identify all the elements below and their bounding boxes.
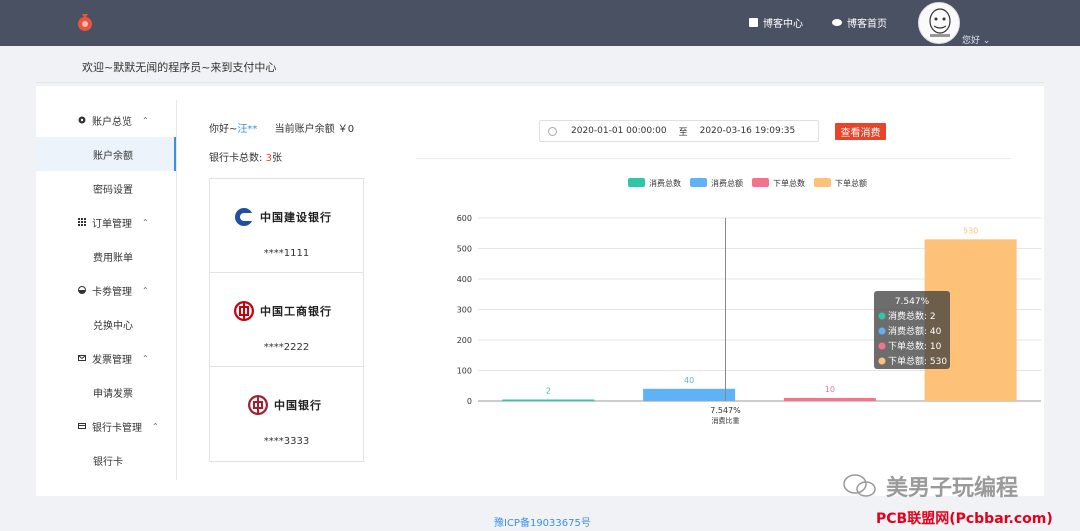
spending-chart: 消费总数 消费总额 下单总数 下单总额 0 100 200 300 400 500 600 2 40 10… bbox=[457, 178, 1041, 425]
tooltip-title: 7.547% bbox=[895, 297, 930, 307]
sidebar-item-password[interactable]: 密码设置 bbox=[36, 171, 176, 205]
divider bbox=[36, 82, 1044, 83]
sidebar-group-overview[interactable]: 账户总览 ⌃ bbox=[36, 103, 176, 137]
bar-value-label: 40 bbox=[684, 376, 694, 385]
eye-icon bbox=[832, 19, 842, 26]
grid-icon bbox=[78, 218, 86, 226]
bank-name: 中国银行 bbox=[274, 399, 322, 412]
bar-value-label: 530 bbox=[963, 226, 978, 235]
chevron-up-icon: ⌃ bbox=[142, 115, 149, 125]
divider bbox=[416, 158, 1011, 159]
logo-icon[interactable] bbox=[76, 12, 94, 32]
y-tick-label: 600 bbox=[457, 214, 472, 223]
tooltip-row: 下单总数: 10 bbox=[888, 340, 942, 352]
tooltip-dot bbox=[878, 342, 886, 350]
coupon-icon bbox=[78, 286, 86, 294]
top-navbar: 博客中心 博客首页 您好 ⌄ bbox=[0, 0, 1080, 46]
legend-label: 消费总额 bbox=[711, 178, 743, 188]
sidebar: 账户总览 ⌃ 账户余额 密码设置 订单管理 ⌃ 费用账单 卡劵管理 ⌃ 兑换中心… bbox=[36, 103, 176, 477]
dashboard-icon bbox=[78, 116, 86, 124]
y-tick-label: 0 bbox=[467, 397, 472, 406]
chevron-up-icon: ⌃ bbox=[142, 217, 149, 227]
watermark-wechat: 美男子玩编程 bbox=[842, 470, 1018, 502]
legend-label: 消费总数 bbox=[649, 178, 681, 188]
tooltip-dot bbox=[878, 357, 886, 365]
legend-label: 下单总额 bbox=[835, 178, 867, 188]
sidebar-group-coupons[interactable]: 卡劵管理 ⌃ bbox=[36, 273, 176, 307]
legend-swatch bbox=[814, 178, 831, 187]
y-tick-label: 100 bbox=[457, 367, 472, 376]
sidebar-group-invoices[interactable]: 发票管理 ⌃ bbox=[36, 341, 176, 375]
blog-center-link[interactable]: 博客中心 bbox=[749, 15, 803, 30]
blog-home-link[interactable]: 博客首页 bbox=[832, 15, 887, 30]
y-tick-label: 500 bbox=[457, 245, 472, 254]
welcome-text: 欢迎~默默无闻的程序员~来到支付中心 bbox=[82, 61, 277, 74]
bar-value-label: 2 bbox=[546, 387, 551, 396]
legend-swatch bbox=[752, 178, 769, 187]
sidebar-item-apply-invoice[interactable]: 申请发票 bbox=[36, 375, 176, 409]
tooltip-row: 消费总数: 2 bbox=[888, 310, 936, 322]
date-range-picker[interactable]: 2020-01-01 00:00:00 至 2020-03-16 19:09:3… bbox=[539, 120, 819, 142]
x-tick-label: 7.547% bbox=[710, 406, 741, 415]
bank-card-list: 中国建设银行 ****1111 中国工商银行 ****2222 中国银行 ***… bbox=[209, 178, 364, 462]
clock-icon bbox=[548, 126, 557, 136]
watermark-pcbbar: PCB联盟网(Pcbbar.com) bbox=[876, 511, 1053, 527]
boc-logo-icon bbox=[248, 395, 268, 415]
chevron-up-icon: ⌃ bbox=[142, 353, 149, 363]
y-tick-label: 300 bbox=[457, 306, 472, 315]
start-date[interactable]: 2020-01-01 00:00:00 bbox=[571, 126, 667, 136]
view-spending-button[interactable]: 查看消费 bbox=[835, 123, 886, 140]
icp-link[interactable]: 豫ICP备19033675号 bbox=[494, 514, 591, 529]
y-tick-label: 400 bbox=[457, 275, 472, 284]
chevron-up-icon: ⌃ bbox=[152, 421, 159, 431]
y-tick-label: 200 bbox=[457, 336, 472, 345]
account-summary: 你好~汪** 当前账户余额 ￥0 bbox=[209, 124, 355, 135]
icbc-logo-icon bbox=[234, 301, 254, 321]
user-name: 汪** bbox=[237, 124, 258, 135]
card-icon bbox=[78, 423, 86, 429]
legend-swatch bbox=[690, 178, 707, 187]
main-panel: 账户总览 ⌃ 账户余额 密码设置 订单管理 ⌃ 费用账单 卡劵管理 ⌃ 兑换中心… bbox=[36, 86, 1044, 496]
ccb-logo-icon bbox=[235, 208, 254, 226]
bank-name: 中国建设银行 bbox=[260, 211, 332, 224]
user-greeting-dropdown[interactable]: 您好 ⌄ bbox=[962, 33, 990, 46]
bar bbox=[502, 399, 595, 401]
card-number: ****1111 bbox=[263, 248, 310, 259]
tooltip-dot bbox=[878, 312, 886, 320]
avatar-face-icon bbox=[929, 8, 951, 37]
end-date[interactable]: 2020-03-16 19:09:35 bbox=[700, 126, 796, 136]
bank-card-boc[interactable]: 中国银行 ****3333 bbox=[210, 367, 363, 461]
bar bbox=[643, 388, 736, 401]
legend-swatch bbox=[628, 178, 645, 187]
sidebar-item-redeem[interactable]: 兑换中心 bbox=[36, 307, 176, 341]
mail-icon bbox=[78, 355, 86, 361]
x-tick-label: 消费比重 bbox=[712, 416, 740, 425]
sidebar-group-orders[interactable]: 订单管理 ⌃ bbox=[36, 205, 176, 239]
tooltip-row: 消费总额: 40 bbox=[888, 325, 942, 337]
sidebar-item-balance[interactable]: 账户余额 bbox=[36, 137, 176, 171]
chevron-up-icon: ⌃ bbox=[142, 285, 149, 295]
tooltip-dot bbox=[878, 327, 886, 335]
bank-name: 中国工商银行 bbox=[260, 305, 332, 318]
card-number: ****2222 bbox=[263, 342, 310, 353]
legend-label: 下单总数 bbox=[773, 178, 805, 188]
bar bbox=[783, 397, 876, 401]
tooltip-row: 下单总额: 530 bbox=[888, 355, 947, 367]
sidebar-group-bankcards[interactable]: 银行卡管理 ⌃ bbox=[36, 409, 176, 443]
bank-card-ccb[interactable]: 中国建设银行 ****1111 bbox=[210, 179, 363, 273]
bar-value-label: 10 bbox=[825, 385, 835, 394]
doc-icon bbox=[749, 18, 758, 27]
balance-value: ￥0 bbox=[337, 124, 355, 135]
divider bbox=[176, 100, 177, 480]
card-count: 银行卡总数: 3张 bbox=[209, 153, 282, 164]
bank-card-icbc[interactable]: 中国工商银行 ****2222 bbox=[210, 273, 363, 367]
card-number: ****3333 bbox=[263, 436, 310, 447]
sidebar-item-bills[interactable]: 费用账单 bbox=[36, 239, 176, 273]
wechat-icon bbox=[843, 474, 876, 497]
avatar[interactable] bbox=[918, 2, 960, 44]
chevron-down-icon: ⌄ bbox=[982, 36, 991, 46]
sidebar-item-bankcard[interactable]: 银行卡 bbox=[36, 443, 176, 477]
